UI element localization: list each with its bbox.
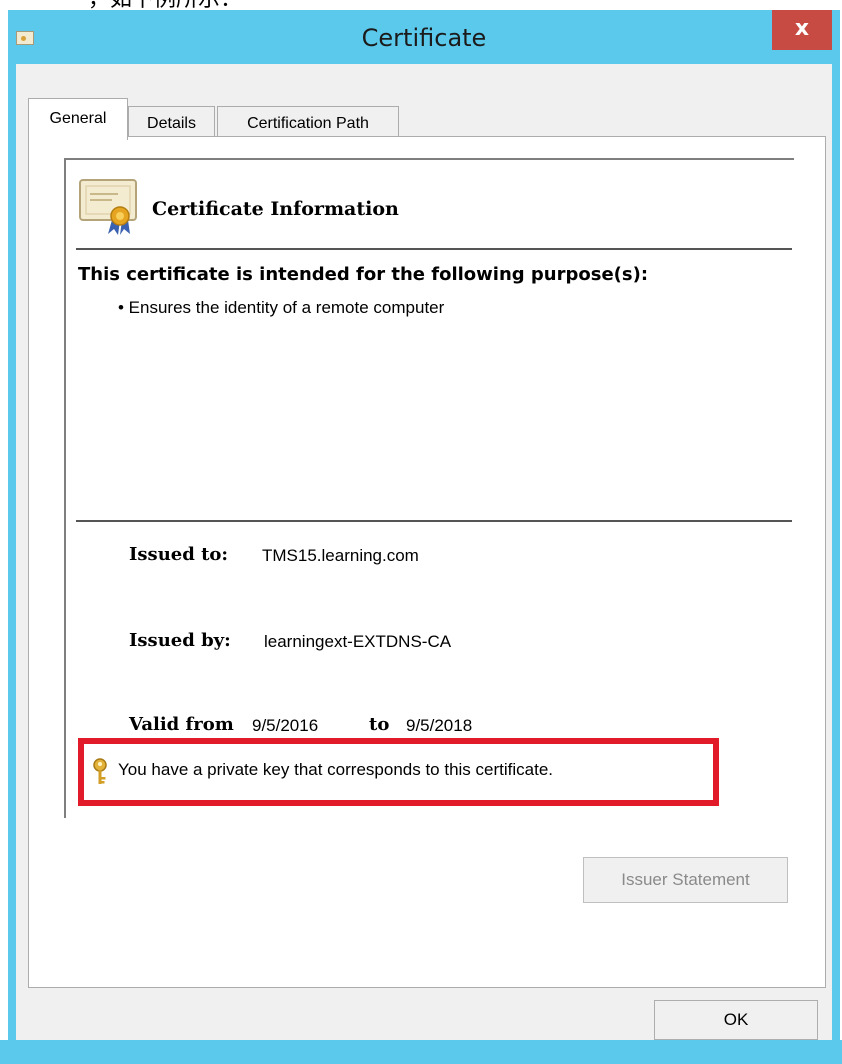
general-tab-panel: Certificate Information This certificate… [28,136,826,988]
certificate-icon [79,179,137,235]
purpose-heading: This certificate is intended for the fol… [78,264,649,285]
window-title: Certificate [361,24,487,52]
valid-to-date: 9/5/2018 [406,716,473,735]
tab-general[interactable]: General [28,98,128,140]
purpose-item: • Ensures the identity of a remote compu… [118,298,445,317]
certificate-info-heading: Certificate Information [152,198,399,220]
private-key-highlight: You have a private key that corresponds … [78,738,719,806]
title-bar[interactable]: Certificate x [8,10,840,64]
ok-button[interactable]: OK [654,1000,818,1040]
valid-to-label: to [369,714,390,735]
issuer-statement-button[interactable]: Issuer Statement [583,857,788,903]
key-icon [93,758,107,784]
issued-by-value: learningext-EXTDNS-CA [264,632,452,651]
divider-top [76,248,792,250]
dialog-body: General Details Certification Path Certi… [16,64,832,1050]
issued-to-label: Issued to: [129,544,229,565]
private-key-text: You have a private key that corresponds … [118,760,554,779]
close-button[interactable]: x [772,10,832,50]
divider-bottom [76,520,792,522]
window-bottom-border [0,1040,842,1064]
issued-by-label: Issued by: [129,630,231,651]
tab-certification-path[interactable]: Certification Path [217,106,399,140]
valid-from-label: Valid from [129,714,234,735]
certificate-dialog: Certificate x General Details Certificat… [8,10,840,1058]
certificate-info-frame: Certificate Information This certificate… [64,158,794,818]
issued-to-value: TMS15.learning.com [262,546,419,565]
tab-details[interactable]: Details [128,106,215,140]
valid-from-date: 9/5/2016 [252,716,319,735]
